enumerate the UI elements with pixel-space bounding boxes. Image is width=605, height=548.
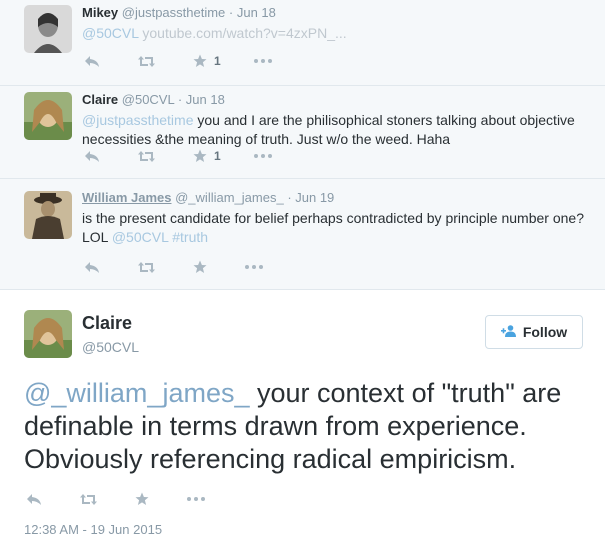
tweet-text: @justpassthetime you and I are the phili… <box>82 111 585 149</box>
retweet-icon[interactable] <box>76 490 100 508</box>
tweet-actions: 1 <box>80 52 275 70</box>
favorite-icon[interactable] <box>130 490 154 508</box>
favorite-icon[interactable] <box>188 52 212 70</box>
reply-icon[interactable] <box>80 147 104 165</box>
avatar[interactable] <box>24 5 72 53</box>
tweet-text: is the present candidate for belief perh… <box>82 209 585 247</box>
tweet-actions <box>22 490 208 508</box>
more-icon[interactable] <box>251 147 275 165</box>
author-name[interactable]: Claire <box>82 92 118 107</box>
author-handle[interactable]: @50CVL <box>82 339 139 355</box>
favorite-icon[interactable] <box>188 258 212 276</box>
tweet-text: @_william_james_ your context of "truth"… <box>24 377 594 476</box>
tweet-link-text[interactable]: youtube.com/watch?v=4zxPN_... <box>139 25 346 41</box>
mention-link[interactable]: @50CVL <box>82 25 139 41</box>
reply-tweet[interactable]: Mikey @justpassthetime · Jun 18 @50CVL y… <box>0 0 605 86</box>
mention-link[interactable]: @_william_james_ <box>24 378 249 408</box>
reply-icon[interactable] <box>22 490 46 508</box>
favorite-count: 1 <box>214 149 221 163</box>
author-handle[interactable]: @50CVL <box>122 92 174 107</box>
retweet-icon[interactable] <box>134 258 158 276</box>
tweet-header: Mikey @justpassthetime · Jun 18 <box>82 4 585 22</box>
avatar[interactable] <box>24 92 72 140</box>
author-name[interactable]: Mikey <box>82 5 118 20</box>
conversation-thread: Mikey @justpassthetime · Jun 18 @50CVL y… <box>0 0 605 290</box>
follow-button[interactable]: Follow <box>485 315 583 349</box>
reply-tweet[interactable]: Claire @50CVL · Jun 18 @justpassthetime … <box>0 86 605 179</box>
tweet-date[interactable]: · Jun 18 <box>178 92 225 107</box>
more-icon[interactable] <box>242 258 266 276</box>
reply-icon[interactable] <box>80 52 104 70</box>
main-tweet: Claire @50CVL Follow @_william_james_ yo… <box>0 291 605 548</box>
reply-icon[interactable] <box>80 258 104 276</box>
author-name[interactable]: Claire <box>82 313 132 334</box>
retweet-icon[interactable] <box>134 52 158 70</box>
author-handle[interactable]: @justpassthetime <box>122 5 226 20</box>
follow-label: Follow <box>522 324 568 340</box>
author-handle[interactable]: @_william_james_ <box>175 190 284 205</box>
favorite-icon[interactable] <box>188 147 212 165</box>
more-icon[interactable] <box>184 490 208 508</box>
tweet-date[interactable]: · Jun 19 <box>287 190 334 205</box>
tweet-header: William James @_william_james_ · Jun 19 <box>82 189 585 207</box>
follow-person-icon <box>500 324 523 340</box>
mention-link[interactable]: @50CVL <box>112 229 169 245</box>
tweet-actions: 1 <box>80 147 275 165</box>
avatar[interactable] <box>24 310 72 358</box>
reply-tweet[interactable]: William James @_william_james_ · Jun 19 … <box>0 179 605 289</box>
tweet-timestamp[interactable]: 12:38 AM - 19 Jun 2015 <box>24 522 162 537</box>
author-name[interactable]: William James <box>82 190 171 205</box>
mention-link[interactable]: @justpassthetime <box>82 112 193 128</box>
tweet-date[interactable]: · Jun 18 <box>229 5 276 20</box>
retweet-icon[interactable] <box>134 147 158 165</box>
avatar[interactable] <box>24 191 72 239</box>
hashtag-link[interactable]: #truth <box>172 229 208 245</box>
favorite-count: 1 <box>214 54 221 68</box>
tweet-actions <box>80 258 266 276</box>
tweet-header: Claire @50CVL · Jun 18 <box>82 91 585 109</box>
more-icon[interactable] <box>251 52 275 70</box>
tweet-text: @50CVL youtube.com/watch?v=4zxPN_... <box>82 24 585 43</box>
